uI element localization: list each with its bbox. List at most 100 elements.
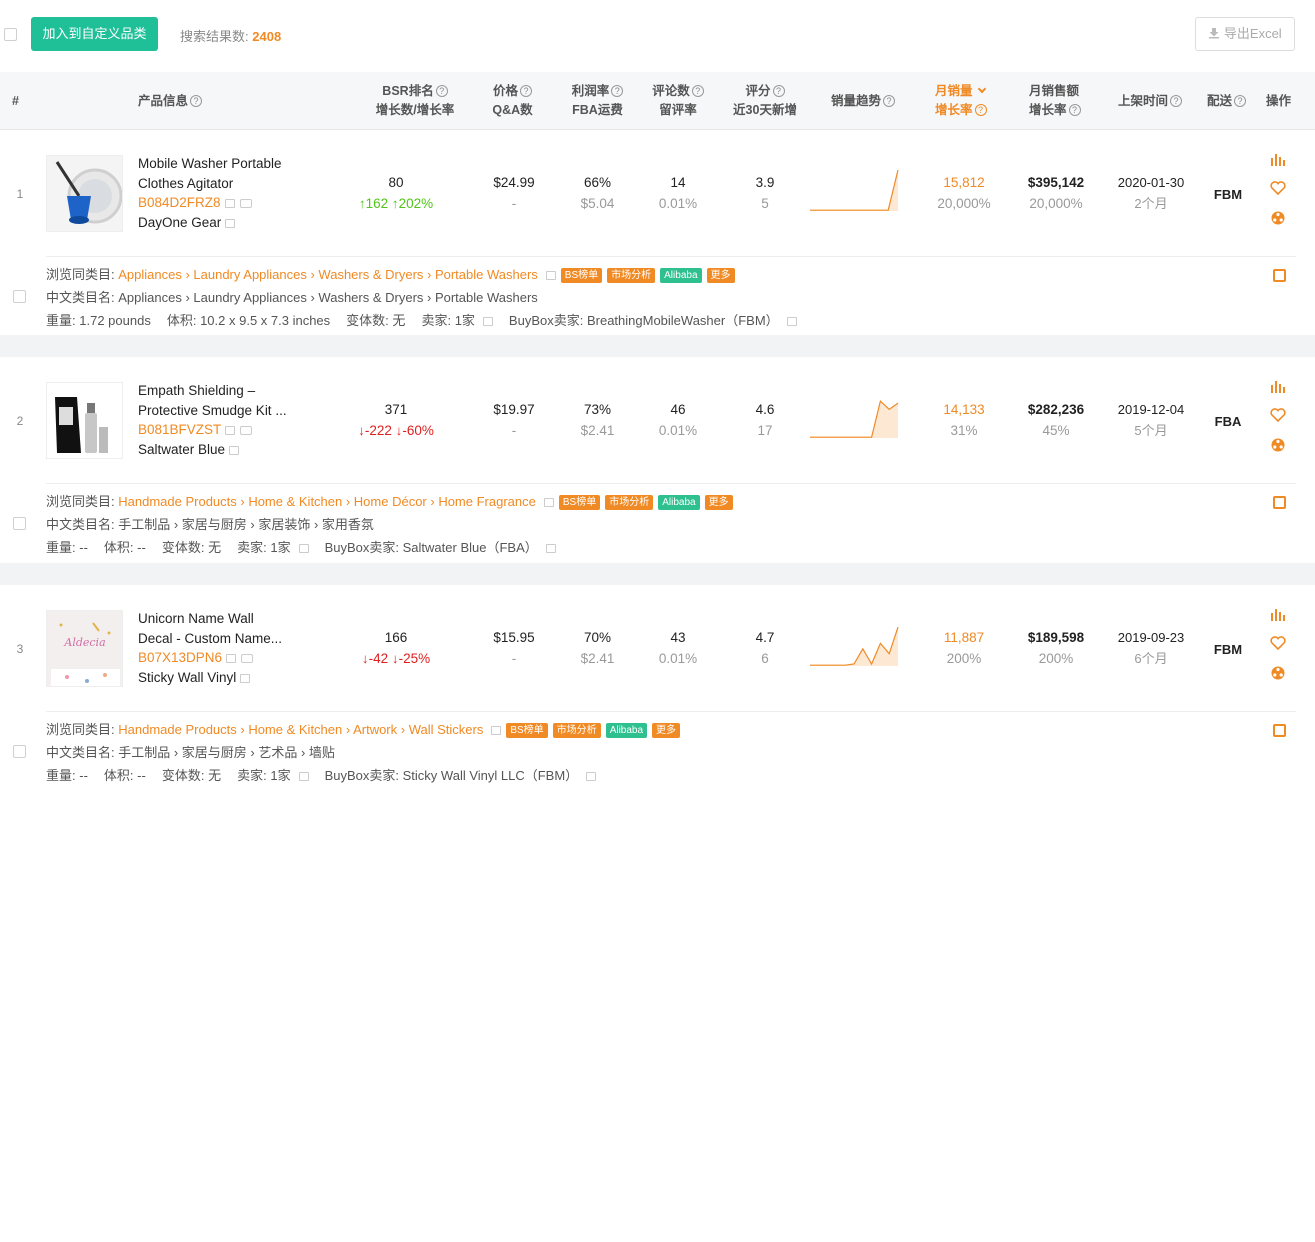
asin-link[interactable]: B07X13DPN6 <box>138 650 222 665</box>
help-icon[interactable]: ? <box>974 104 987 116</box>
more-tag[interactable]: 更多 <box>652 723 681 738</box>
col-monthly-sales[interactable]: 月销量 增长率? <box>935 82 1015 120</box>
calculator-icon[interactable] <box>1273 724 1286 737</box>
export-excel-button[interactable]: 导出Excel <box>1195 17 1295 51</box>
external-link-icon[interactable] <box>225 218 236 228</box>
network-icon[interactable] <box>1270 437 1286 453</box>
col-bsr[interactable]: BSR排名? 增长数/增长率 <box>365 82 465 120</box>
product-title-line2[interactable]: Clothes Agitator <box>138 174 303 194</box>
calculator-icon[interactable] <box>1273 269 1286 282</box>
brand-link[interactable]: DayOne Gear <box>138 215 221 230</box>
col-listed[interactable]: 上架时间? <box>1118 92 1183 111</box>
product-thumbnail[interactable]: Aldecia <box>46 610 123 687</box>
alibaba-tag[interactable]: Alibaba <box>658 495 700 510</box>
help-icon[interactable]: ? <box>1234 95 1247 107</box>
listed-cell: 2020-01-30 2个月 <box>1106 172 1196 214</box>
heart-icon[interactable] <box>1270 408 1286 424</box>
browse-category-link[interactable]: Handmade Products › Home & Kitchen › Hom… <box>118 494 536 509</box>
message-icon[interactable] <box>239 199 252 208</box>
help-icon[interactable]: ? <box>611 85 624 97</box>
add-to-custom-category-button[interactable]: 加入到自定义品类 <box>31 17 158 51</box>
heart-icon[interactable] <box>1270 636 1286 652</box>
external-link-icon[interactable] <box>226 654 237 663</box>
col-product[interactable]: 产品信息? <box>138 92 203 111</box>
volume-label: 体积: <box>103 540 134 555</box>
heart-icon[interactable] <box>1270 181 1286 197</box>
col-shipping[interactable]: 配送? <box>1207 92 1247 111</box>
calculator-icon[interactable] <box>1273 496 1286 509</box>
help-icon[interactable]: ? <box>772 85 785 97</box>
select-all-checkbox[interactable] <box>4 28 17 41</box>
product-title-line1[interactable]: Empath Shielding – <box>138 381 303 401</box>
product-detail-panel: 浏览同类目: Handmade Products › Home & Kitche… <box>46 711 1296 783</box>
external-link-icon[interactable] <box>491 726 502 735</box>
product-title-line2[interactable]: Protective Smudge Kit ... <box>138 401 303 421</box>
help-icon[interactable]: ? <box>435 85 448 97</box>
asin-link[interactable]: B084D2FRZ8 <box>138 195 221 210</box>
external-link-icon[interactable] <box>225 426 236 435</box>
sales-trend-sparkline[interactable] <box>809 168 899 213</box>
external-link-icon[interactable] <box>586 772 597 781</box>
row-checkbox[interactable] <box>13 290 26 303</box>
sales-trend-sparkline[interactable] <box>809 623 899 668</box>
bar-chart-icon[interactable] <box>1270 607 1286 623</box>
market-analysis-tag[interactable]: 市场分析 <box>605 495 654 510</box>
message-icon[interactable] <box>240 426 253 435</box>
help-icon[interactable]: ? <box>520 85 532 97</box>
brand-link[interactable]: Saltwater Blue <box>138 442 225 457</box>
bar-chart-icon[interactable] <box>1270 379 1286 395</box>
more-tag[interactable]: 更多 <box>704 495 733 510</box>
sort-desc-icon[interactable] <box>977 84 986 94</box>
col-price[interactable]: 价格? Q&A数 <box>480 82 545 120</box>
message-icon[interactable] <box>241 654 254 663</box>
sales-trend-sparkline[interactable] <box>809 395 899 440</box>
product-title-line1[interactable]: Unicorn Name Wall <box>138 609 303 629</box>
help-icon[interactable]: ? <box>883 95 895 107</box>
more-tag[interactable]: 更多 <box>706 268 735 283</box>
cn-category-value: 手工制品 › 家居与厨房 › 家居装饰 › 家用香氛 <box>118 517 374 532</box>
market-analysis-tag[interactable]: 市场分析 <box>552 723 601 738</box>
help-icon[interactable]: ? <box>691 85 704 97</box>
external-link-icon[interactable] <box>229 445 240 455</box>
external-link-icon[interactable] <box>786 317 797 326</box>
market-analysis-tag[interactable]: 市场分析 <box>607 268 656 283</box>
external-link-icon[interactable] <box>298 772 309 781</box>
help-icon[interactable]: ? <box>190 95 203 107</box>
product-thumbnail[interactable] <box>46 155 123 232</box>
external-link-icon[interactable] <box>224 199 235 208</box>
asin-link[interactable]: B081BFVZST <box>138 422 221 437</box>
external-link-icon[interactable] <box>543 498 554 507</box>
network-icon[interactable] <box>1270 210 1286 226</box>
monthly-revenue: $282,236 <box>1027 402 1085 417</box>
external-link-icon[interactable] <box>545 271 556 280</box>
col-monthly-revenue[interactable]: 月销售额 增长率? <box>1029 82 1104 120</box>
alibaba-tag[interactable]: Alibaba <box>660 268 702 283</box>
brand-link[interactable]: Sticky Wall Vinyl <box>138 670 236 685</box>
row-checkbox[interactable] <box>13 517 26 530</box>
external-link-icon[interactable] <box>298 544 309 553</box>
col-trend[interactable]: 销量趋势? <box>818 92 908 111</box>
bar-chart-icon[interactable] <box>1270 152 1286 168</box>
qa-count: - <box>511 651 517 666</box>
bs-list-tag[interactable]: BS榜单 <box>560 268 603 283</box>
col-rating[interactable]: 评分? 近30天新增 <box>725 82 805 120</box>
alibaba-tag[interactable]: Alibaba <box>605 723 648 738</box>
col-bsr-sub: 增长数/增长率 <box>375 103 455 117</box>
bs-list-tag[interactable]: BS榜单 <box>558 495 601 510</box>
product-title-line2[interactable]: Decal - Custom Name... <box>138 629 303 649</box>
col-profit[interactable]: 利润率? FBA运费 <box>560 82 635 120</box>
external-link-icon[interactable] <box>545 544 556 553</box>
browse-category-link[interactable]: Appliances › Laundry Appliances › Washer… <box>118 267 538 282</box>
row-checkbox[interactable] <box>13 745 26 758</box>
help-icon[interactable]: ? <box>1068 104 1081 116</box>
browse-category-link[interactable]: Handmade Products › Home & Kitchen › Art… <box>118 722 483 737</box>
bs-list-tag[interactable]: BS榜单 <box>506 723 548 738</box>
product-title-line1[interactable]: Mobile Washer Portable <box>138 154 303 174</box>
help-icon[interactable]: ? <box>1170 95 1183 107</box>
fba-fee: $5.04 <box>580 196 615 211</box>
external-link-icon[interactable] <box>240 673 251 683</box>
network-icon[interactable] <box>1270 665 1286 681</box>
col-reviews[interactable]: 评论数? 留评率 <box>643 82 713 120</box>
external-link-icon[interactable] <box>482 317 493 326</box>
product-thumbnail[interactable] <box>46 382 123 459</box>
